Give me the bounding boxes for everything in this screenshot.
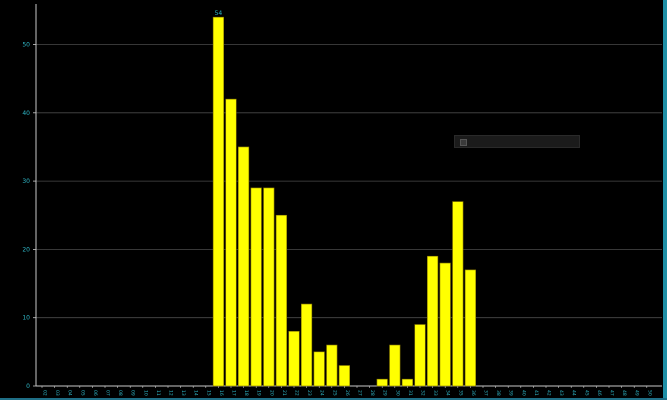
x-tick-label: 27 [357,390,363,396]
right-edge-bar [663,0,667,400]
y-tick-label: 50 [22,42,30,49]
x-tick-label: 36 [470,390,476,396]
x-tick-label: 13 [180,390,186,396]
x-tick-label: 46 [596,390,602,396]
bar [212,16,224,387]
x-tick-label: 49 [634,390,640,396]
bar [414,324,426,387]
x-tick-label: 07 [105,390,111,396]
x-tick-label: 23 [306,390,312,396]
bar [389,344,401,387]
square-icon [460,139,467,146]
axes [33,4,662,388]
x-tick-label: 33 [432,390,438,396]
x-tick-label: 32 [420,390,426,396]
x-tick-label: 48 [621,390,627,396]
y-tick-label: 10 [22,315,30,322]
x-tick-label: 18 [243,390,249,396]
x-tick-label: 50 [646,390,652,396]
bar [275,214,287,387]
x-tick-label: 15 [205,390,211,396]
bar [326,344,338,387]
x-tick-label: 08 [117,390,123,396]
x-tick-label: 45 [583,390,589,396]
bar [313,351,325,387]
x-tick-label: 11 [155,390,161,396]
x-tick-label: 40 [520,390,526,396]
x-tick-label: 29 [382,390,388,396]
x-tick-label: 10 [142,390,148,396]
bars [212,16,476,387]
x-tick-label: 21 [281,390,287,396]
x-tick-label: 22 [294,390,300,396]
x-tick-label: 14 [193,390,199,396]
x-tick-label: 47 [609,390,615,396]
x-tick-label: 02 [42,390,48,396]
x-tick-labels: 02 03 04 05 06 07 08 09 10 11 12 13 14 15 16 17 18 19 20 21… [42,390,653,396]
x-tick-label: 04 [67,390,73,396]
x-tick-label: 37 [483,390,489,396]
bar [288,331,300,387]
x-tick-label: 26 [344,390,350,396]
bar [376,378,388,387]
x-tick-label: 28 [369,390,375,396]
bar-chart: 0 10 20 30 40 50 02 03 04 05 06 07 08 09 10 11 12 13 14 15… [22,4,662,396]
bar [439,262,451,387]
x-tick-label: 43 [558,390,564,396]
x-tick-label: 12 [168,390,174,396]
bar [464,269,476,387]
bar [427,255,439,387]
data-labels: 54 [215,10,223,17]
bar [301,303,313,387]
x-tick-label: 30 [394,390,400,396]
y-tick-label: 30 [22,178,30,185]
x-tick-label: 03 [54,390,60,396]
data-label: 54 [215,10,223,17]
x-tick-label: 06 [92,390,98,396]
x-tick-label: 16 [218,390,224,396]
bar [250,187,262,387]
x-tick-label: 35 [457,390,463,396]
x-tick-label: 05 [79,390,85,396]
y-tick-label: 20 [22,246,30,253]
x-tick-label: 20 [268,390,274,396]
bar [401,378,413,387]
bar [452,201,464,387]
x-tick-label: 31 [407,390,413,396]
x-tick-label: 38 [495,390,501,396]
bar [225,98,237,387]
y-tick-label: 40 [22,110,30,117]
x-tick-label: 39 [508,390,514,396]
x-tick-label: 24 [319,390,325,396]
bar [338,365,350,387]
x-tick-label: 42 [546,390,552,396]
x-tick-label: 34 [445,390,451,396]
bar [263,187,275,387]
legend [454,135,580,148]
x-tick-label: 25 [331,390,337,396]
x-tick-label: 41 [533,390,539,396]
chart-area: 0 10 20 30 40 50 02 03 04 05 06 07 08 09 10 11 12 13 14 15… [0,0,667,400]
x-tick-label: 09 [130,390,136,396]
x-tick-label: 44 [571,390,577,396]
bar [238,146,250,387]
y-tick-label: 0 [26,383,30,390]
y-tick-labels: 0 10 20 30 40 50 [22,42,30,391]
x-tick-label: 17 [231,390,237,396]
gridlines [36,44,662,319]
x-tick-label: 19 [256,390,262,396]
